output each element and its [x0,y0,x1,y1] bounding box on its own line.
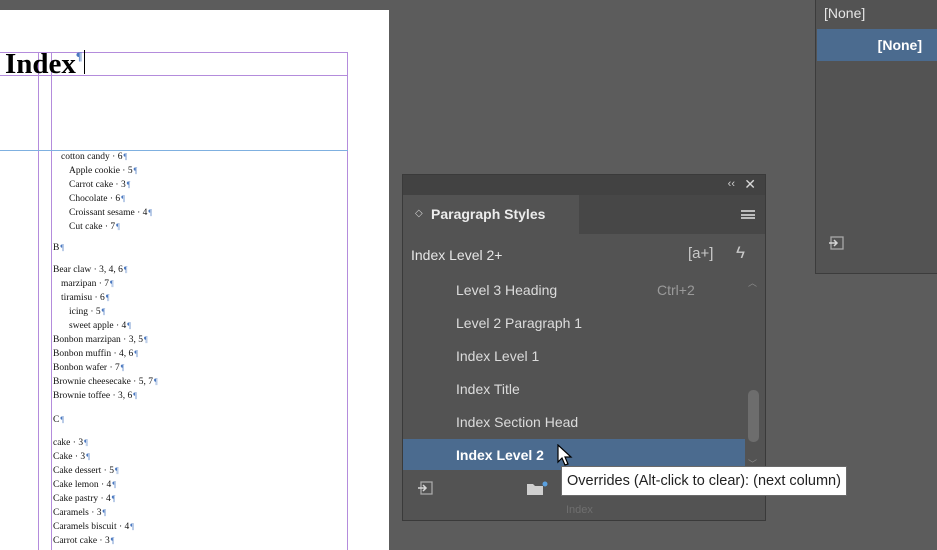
section-head-c: C¶ [53,415,64,425]
index-entry: Caramels biscuit · 4¶ [53,522,134,532]
index-entry: Bonbon wafer · 7¶ [53,363,125,373]
overrides-tooltip: Overrides (Alt-click to clear): (next co… [561,466,847,496]
current-style-label: Index Level 2+ [411,247,503,263]
index-entry: sweet apple · 4¶ [69,321,131,331]
style-list-item[interactable]: Index Level 1 [403,340,745,373]
index-entry: Bonbon muffin · 4, 6¶ [53,349,138,359]
close-panel-icon[interactable]: ✕ [744,176,756,193]
index-entry: Croissant sesame · 4¶ [69,208,152,218]
style-name: Index Level 1 [456,348,540,364]
style-list-scrollbar[interactable]: ︿ ﹀ [746,274,761,470]
index-entry: Caramels · 3¶ [53,508,107,518]
create-style-button[interactable]: [a+] [688,245,713,262]
style-name: Index Section Head [456,414,579,430]
index-title-text: Index [5,48,76,80]
style-name: Level 2 Paragraph 1 [456,315,583,331]
document-page: Index¶ cotton candy · 6¶ Apple cookie · 5… [0,10,389,550]
index-entry: Brownie toffee · 3, 6¶ [53,391,137,401]
scroll-thumb[interactable] [748,390,759,442]
panel-menu-icon[interactable] [741,210,755,219]
pilcrow-icon: ¶ [75,49,83,63]
style-list-item[interactable]: Level 3 Heading Ctrl+2 [403,274,745,307]
index-entry: Carrot cake · 3¶ [53,536,115,546]
collapse-panel-icon[interactable]: ‹‹ [728,178,735,190]
style-none-selected-item[interactable]: [None] [817,29,937,61]
index-entry: Bonbon marzipan · 3, 5¶ [53,335,148,345]
margin-guide-right [347,52,348,550]
index-entry: icing · 5¶ [69,307,106,317]
margin-guide-left [38,52,39,550]
index-entry: Bear claw · 3, 4, 6¶ [53,265,128,275]
text-caret [84,50,86,74]
section-head-b: B¶ [53,243,64,253]
index-entry: tiramisu · 6¶ [61,293,110,303]
index-entry: Apple cookie · 5¶ [69,166,138,176]
index-entry: Chocolate · 6¶ [69,194,125,204]
index-entry: Cake pastry · 4¶ [53,494,116,504]
load-styles-icon[interactable] [417,481,433,496]
style-list: Level 3 Heading Ctrl+2 Level 2 Paragraph 1… [403,274,745,470]
column-guide [51,52,52,550]
baseline-guide [0,150,348,151]
quick-apply-icon[interactable]: ϟ [736,243,745,263]
index-entry: Cake · 3¶ [53,452,90,462]
index-entry: Brownie cheesecake · 5, 7¶ [53,377,158,387]
scroll-up-icon[interactable]: ︿ [748,276,757,289]
index-entry: cake · 3¶ [53,438,88,448]
footer-hint: Index [566,504,593,516]
panel-title-strip[interactable]: ‹‹ ✕ [403,175,765,195]
index-entry: Cake lemon · 4¶ [53,480,116,490]
character-styles-panel: [None] [None] [815,0,937,274]
index-entry: Cut cake · 7¶ [69,222,120,232]
panel-tab-bar: ◇ Paragraph Styles [403,195,765,234]
style-name: Level 3 Heading [456,282,558,298]
style-none-selected-label: [None] [877,37,922,53]
style-none-item[interactable]: [None] [824,5,865,21]
style-list-item[interactable]: Level 2 Paragraph 1 [403,307,745,340]
tab-expand-icon[interactable]: ◇ [415,208,423,219]
index-entry: Carrot cake · 3¶ [69,180,131,190]
index-entry: cotton candy · 6¶ [61,152,128,162]
tab-label: Paragraph Styles [431,206,546,222]
new-style-group-icon[interactable] [526,481,548,496]
style-name: Index Level 2 [456,447,544,463]
style-shortcut: Ctrl+2 [657,282,695,298]
tab-paragraph-styles[interactable]: ◇ Paragraph Styles [403,195,579,234]
index-title[interactable]: Index¶ [5,48,86,80]
style-list-item[interactable]: Index Section Head [403,406,745,439]
index-entry: Cake dessert · 5¶ [53,466,119,476]
mouse-cursor-icon [557,444,573,466]
index-entry: marzipan · 7¶ [61,279,114,289]
style-name: Index Title [456,381,520,397]
load-styles-icon[interactable] [828,236,844,250]
style-list-item[interactable]: Index Title [403,373,745,406]
